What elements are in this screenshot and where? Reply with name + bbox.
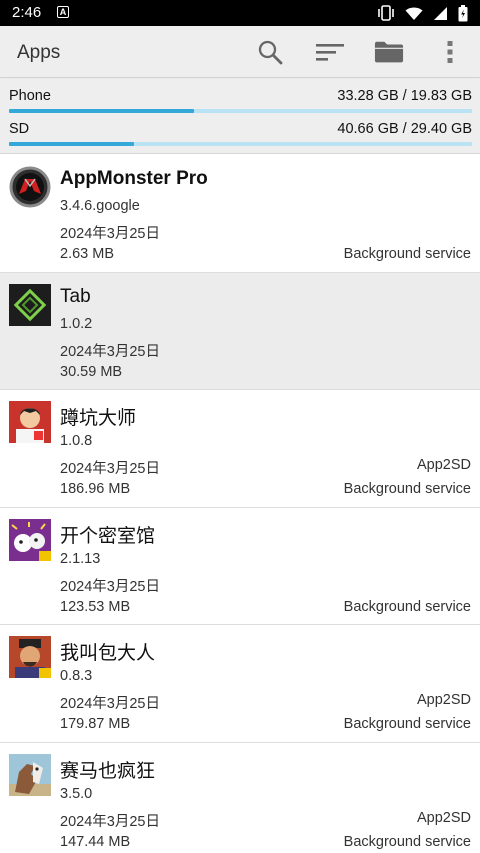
storage-sd-value: 40.66 GB / 29.40 GB [337,121,472,137]
app-bar: Apps [0,26,480,78]
app-name: 开个密室馆 [60,525,156,547]
game-icon [9,518,51,561]
search-button[interactable] [255,37,285,67]
app-list-item[interactable]: AppMonster Pro 3.4.6.google 2024年3月25日 2… [0,155,480,273]
status-icons [377,3,468,23]
app-size: 123.53 MB [60,598,131,615]
vibrate-icon [378,5,394,21]
app-name: AppMonster Pro [60,168,208,189]
wifi-icon [405,7,423,20]
app-background-service: Background service [343,833,471,850]
app-version: 1.0.2 [60,315,93,332]
app-date: 2024年3月25日 [60,578,160,595]
app-version: 3.4.6.google [60,198,140,214]
app-name: 赛马也疯狂 [60,760,156,782]
app-background-service: Background service [343,598,471,615]
search-icon [258,40,283,65]
storage-sd-fill [9,142,134,146]
storage-phone-label: Phone [9,88,51,104]
status-time: 2:46 [12,4,42,21]
app-date: 2024年3月25日 [60,226,160,242]
app-background-service: Background service [343,481,471,497]
app-app2sd-flag: App2SD [416,692,471,708]
folder-button[interactable] [374,37,404,67]
more-options-button[interactable] [435,37,465,67]
app-date: 2024年3月25日 [60,696,160,712]
storage-phone-fill [9,109,195,113]
app-list-item[interactable]: 赛马也疯狂 3.5.0 2024年3月25日 147.44 MB App2SD … [0,742,480,853]
app-name: 蹲坑大师 [60,408,137,429]
app-size: 147.44 MB [60,833,131,850]
app-app2sd-flag: App2SD [416,809,471,826]
appmonster-icon [9,166,51,208]
app-version: 3.5.0 [60,785,93,802]
app-date: 2024年3月25日 [60,343,160,360]
storage-phone: Phone 33.28 GB / 19.83 GB [9,88,472,118]
app-size: 186.96 MB [60,481,131,497]
sort-icon [316,44,344,61]
app-background-service: Background service [343,246,471,262]
app-app2sd-flag: App2SD [416,457,471,473]
app-list-item[interactable]: 开个密室馆 2.1.13 2024年3月25日 123.53 MB Backgr… [0,507,480,625]
app-version: 1.0.8 [60,433,93,449]
storage-panel: Phone 33.28 GB / 19.83 GB SD 40.66 GB / … [0,79,480,154]
signal-icon [434,6,447,20]
app-list: AppMonster Pro 3.4.6.google 2024年3月25日 2… [0,155,480,853]
tab-app-icon [9,283,51,326]
app-version: 2.1.13 [60,550,101,567]
sort-button[interactable] [315,37,345,67]
more-vert-icon [447,41,453,63]
app-size: 179.87 MB [60,716,131,732]
notification-icon: A [57,6,69,18]
storage-sd-bar [9,142,472,146]
app-list-item[interactable]: 蹲坑大师 1.0.8 2024年3月25日 186.96 MB App2SD B… [0,390,480,508]
folder-icon [374,41,404,63]
game-icon [9,401,51,443]
battery-icon [458,4,468,21]
app-size: 30.59 MB [60,363,123,380]
app-list-item[interactable]: Tab 1.0.2 2024年3月25日 30.59 MB [0,272,480,390]
storage-sd-label: SD [9,121,30,137]
app-size: 2.63 MB [60,246,114,262]
storage-sd: SD 40.66 GB / 29.40 GB [9,121,472,151]
storage-phone-value: 33.28 GB / 19.83 GB [337,88,472,104]
app-name: Tab [60,285,91,307]
status-bar: 2:46 A [0,0,480,26]
app-background-service: Background service [343,716,471,732]
app-version: 0.8.3 [60,668,93,684]
app-date: 2024年3月25日 [60,461,160,477]
app-list-item[interactable]: 我叫包大人 0.8.3 2024年3月25日 179.87 MB App2SD … [0,625,480,743]
storage-phone-bar [9,109,472,113]
app-name: 我叫包大人 [60,643,156,664]
horse-game-icon [9,753,51,796]
app-date: 2024年3月25日 [60,813,160,830]
game-icon [9,636,51,678]
page-title: Apps [17,42,61,63]
